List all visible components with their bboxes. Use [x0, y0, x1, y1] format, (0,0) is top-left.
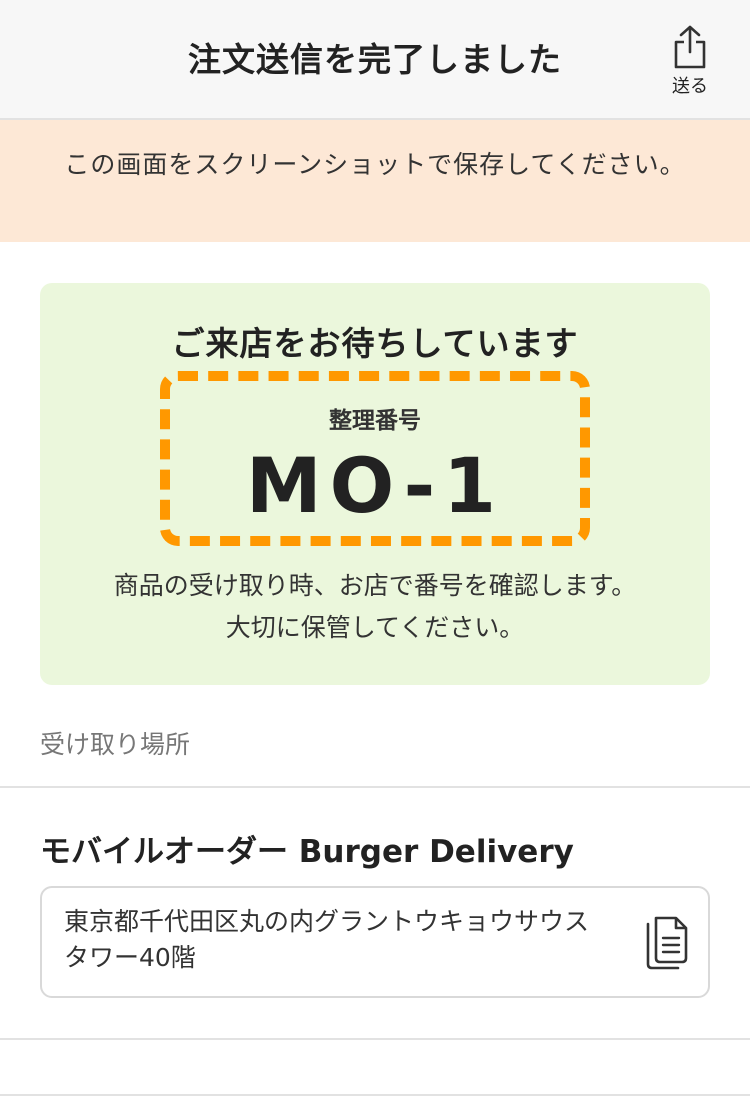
ticket-number-box: 整理番号 MO-1	[160, 371, 590, 546]
divider	[0, 1094, 750, 1096]
ticket-note-line-2: 大切に保管してください。	[225, 613, 525, 642]
ticket-card: ご来店をお待ちしています 整理番号 MO-1 商品の受け取り時、お店で番号を確認…	[40, 283, 710, 685]
store-address: 東京都千代田区丸の内グラントウキョウサウスタワー40階	[64, 907, 590, 972]
page-title: 注文送信を完了しました	[188, 40, 562, 79]
copy-icon	[646, 916, 688, 970]
copy-address-button[interactable]	[638, 912, 694, 972]
screenshot-notice: この画面をスクリーンショットで保存してください。	[0, 120, 750, 242]
address-box: 東京都千代田区丸の内グラントウキョウサウスタワー40階	[40, 886, 710, 998]
divider	[0, 786, 750, 788]
ticket-note-line-1: 商品の受け取り時、お店で番号を確認します。	[113, 571, 637, 600]
ticket-number: MO-1	[245, 441, 505, 530]
store-name: モバイルオーダー Burger Delivery	[40, 834, 574, 870]
share-icon	[674, 25, 706, 69]
share-button[interactable]: 送る	[660, 24, 720, 104]
app-header: 注文送信を完了しました 送る	[0, 0, 750, 120]
ticket-number-label: 整理番号	[329, 408, 421, 434]
ticket-heading: ご来店をお待ちしています	[171, 324, 579, 363]
divider	[0, 1038, 750, 1040]
ticket-note: 商品の受け取り時、お店で番号を確認します。 大切に保管してください。	[40, 565, 710, 649]
share-label: 送る	[672, 76, 708, 97]
pickup-section-label: 受け取り場所	[40, 730, 191, 759]
